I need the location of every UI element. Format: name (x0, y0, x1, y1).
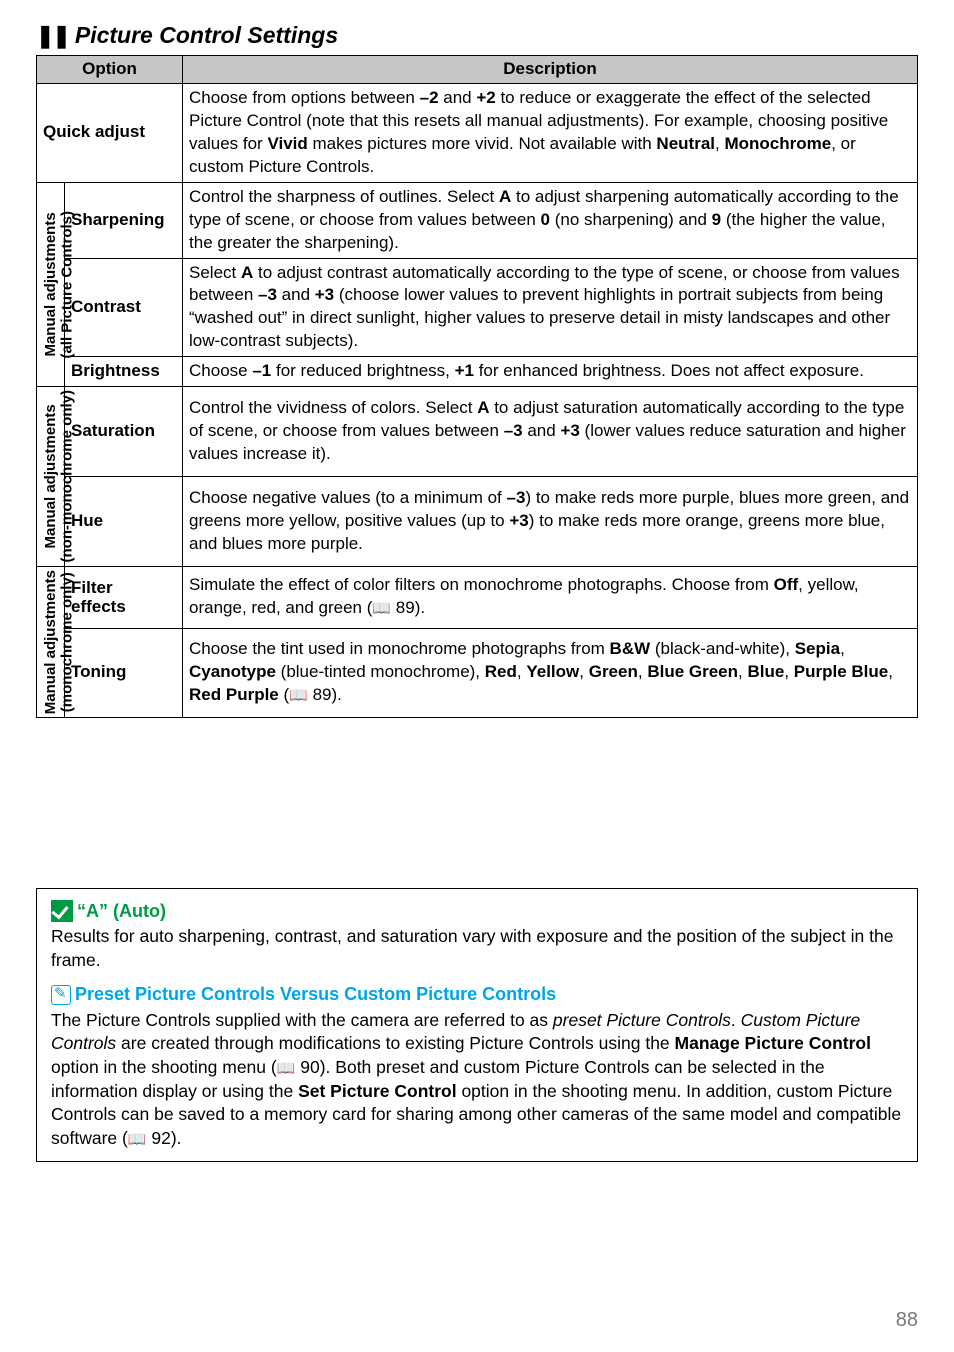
desc-brightness: Choose –1 for reduced brightness, +1 for… (183, 357, 918, 387)
heading-bars-icon: ❚❚ (36, 21, 69, 51)
option-hue: Hue (65, 476, 183, 566)
pencil-icon (51, 985, 71, 1005)
note-preset-title: Preset Picture Controls Versus Custom Pi… (75, 982, 556, 1006)
note-a-auto-body: Results for auto sharpening, contrast, a… (51, 925, 903, 972)
desc-hue: Choose negative values (to a minimum of … (183, 476, 918, 566)
table-row: Manual adjustments(all Picture Controls)… (37, 182, 918, 258)
table-row: Hue Choose negative values (to a minimum… (37, 476, 918, 566)
desc-toning: Choose the tint used in monochrome photo… (183, 628, 918, 717)
option-toning: Toning (65, 628, 183, 717)
table-row: Quick adjust Choose from options between… (37, 83, 918, 182)
option-contrast: Contrast (65, 258, 183, 357)
section-heading: ❚❚ Picture Control Settings (36, 20, 918, 51)
settings-table: Option Description Quick adjust Choose f… (36, 55, 918, 718)
desc-contrast: Select A to adjust contrast automaticall… (183, 258, 918, 357)
note-preset-head: Preset Picture Controls Versus Custom Pi… (51, 982, 903, 1006)
section-title: Picture Control Settings (75, 20, 338, 51)
option-quick-adjust: Quick adjust (37, 83, 183, 182)
notes-box: “A” (Auto) Results for auto sharpening, … (36, 888, 918, 1162)
table-row: Manual adjustments(non-monochrome only) … (37, 387, 918, 477)
page-number: 88 (896, 1307, 918, 1334)
check-icon (51, 900, 73, 922)
option-saturation: Saturation (65, 387, 183, 477)
option-brightness: Brightness (65, 357, 183, 387)
group-monochrome: Manual adjustments(monochrome only) (37, 566, 65, 717)
table-row: Toning Choose the tint used in monochrom… (37, 628, 918, 717)
desc-quick-adjust: Choose from options between –2 and +2 to… (183, 83, 918, 182)
group-all-picture: Manual adjustments(all Picture Controls) (37, 182, 65, 387)
note-a-auto-title: “A” (Auto) (77, 899, 166, 923)
desc-saturation: Control the vividness of colors. Select … (183, 387, 918, 477)
desc-sharpening: Control the sharpness of outlines. Selec… (183, 182, 918, 258)
group-non-monochrome: Manual adjustments(non-monochrome only) (37, 387, 65, 567)
note-a-auto-head: “A” (Auto) (51, 899, 903, 923)
desc-filter-effects: Simulate the effect of color filters on … (183, 566, 918, 628)
table-row: Contrast Select A to adjust contrast aut… (37, 258, 918, 357)
table-row: Brightness Choose –1 for reduced brightn… (37, 357, 918, 387)
table-row: Manual adjustments(monochrome only) Filt… (37, 566, 918, 628)
header-option: Option (37, 56, 183, 84)
note-preset-body: The Picture Controls supplied with the c… (51, 1009, 903, 1151)
option-sharpening: Sharpening (65, 182, 183, 258)
option-filter-effects: Filtereffects (65, 566, 183, 628)
header-description: Description (183, 56, 918, 84)
